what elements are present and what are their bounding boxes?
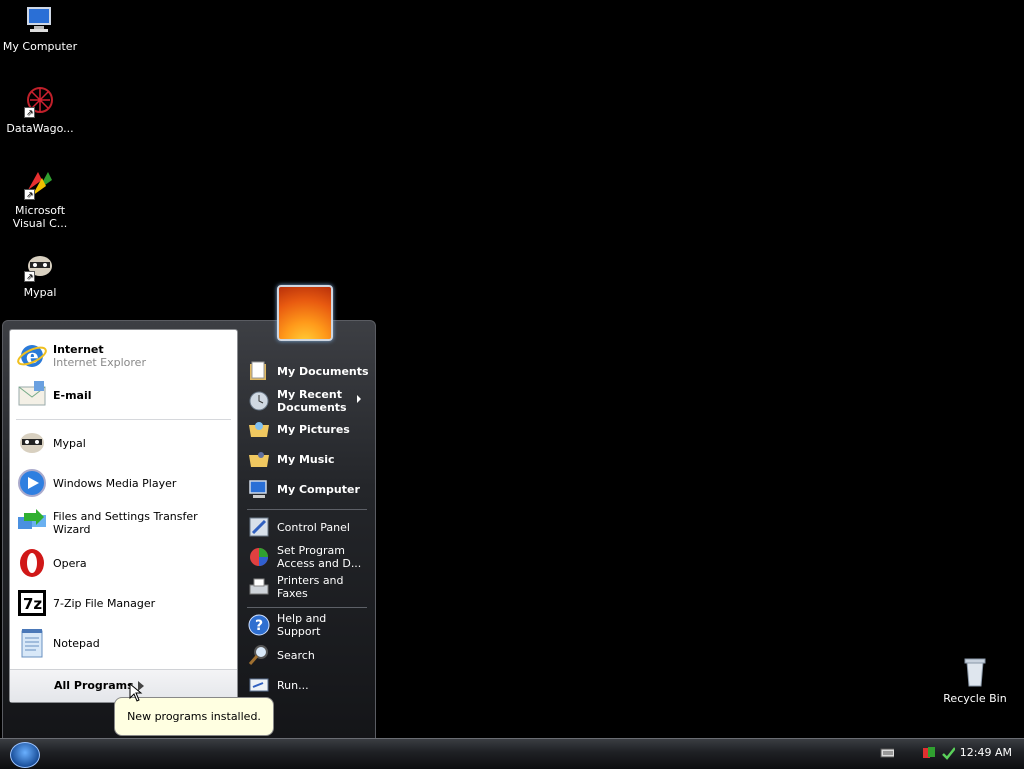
internet-explorer-icon: e <box>16 340 48 372</box>
desktop-icon-label: Recycle Bin <box>943 692 1007 705</box>
recent-program[interactable]: Mypal <box>16 425 234 461</box>
shortcut-arrow-icon: ↗ <box>24 189 35 200</box>
program-label: Windows Media Player <box>53 476 177 490</box>
program-label: Opera <box>53 556 87 570</box>
divider <box>247 607 367 608</box>
menu-my-recent-documents[interactable]: My Recent Documents <box>247 387 371 415</box>
user-account-picture[interactable] <box>277 285 333 341</box>
email-icon <box>16 379 48 411</box>
visual-c-icon: ↗ <box>24 168 56 200</box>
menu-my-pictures[interactable]: My Pictures <box>247 417 371 441</box>
help-icon: ? <box>247 613 271 637</box>
menu-set-program-access[interactable]: Set Program Access and D... <box>247 543 371 571</box>
pinned-email[interactable]: E-mail <box>16 377 234 413</box>
menu-label: Search <box>277 648 315 662</box>
menu-help-support[interactable]: ? Help and Support <box>247 611 371 639</box>
program-access-icon <box>247 545 271 569</box>
svg-text:7z: 7z <box>23 595 42 613</box>
printer-icon <box>247 575 271 599</box>
menu-label: Help and Support <box>277 612 327 638</box>
pinned-title: E-mail <box>53 388 92 402</box>
recent-program[interactable]: Opera <box>16 545 234 581</box>
notepad-icon <box>16 627 48 659</box>
desktop-icon-mypal[interactable]: ↗ Mypal <box>0 250 80 299</box>
menu-my-documents[interactable]: My Documents <box>247 357 371 385</box>
opera-icon <box>16 547 48 579</box>
computer-icon <box>247 477 271 501</box>
program-label: 7-Zip File Manager <box>53 596 156 610</box>
search-icon <box>247 643 271 667</box>
menu-my-music[interactable]: My Music <box>247 447 371 471</box>
recent-program[interactable]: 7z 7-Zip File Manager <box>16 585 234 621</box>
start-button[interactable] <box>10 742 40 768</box>
mypal-icon: ↗ <box>24 250 56 282</box>
mypal-icon <box>16 427 48 459</box>
computer-icon <box>24 4 56 36</box>
network-icon[interactable] <box>941 746 955 760</box>
desktop-icon-label: Microsoft Visual C... <box>12 204 68 230</box>
shortcut-arrow-icon: ↗ <box>24 271 35 282</box>
pinned-title: Internet <box>53 343 104 356</box>
taskbar-clock[interactable]: 12:49 AM <box>960 746 1012 759</box>
7zip-icon: 7z <box>16 587 48 619</box>
program-label: Notepad <box>53 636 100 650</box>
desktop-icon-label: DataWago... <box>6 122 74 135</box>
recent-documents-icon <box>247 389 271 413</box>
recent-program[interactable]: Notepad <box>16 625 234 661</box>
pictures-folder-icon <box>247 417 271 441</box>
pinned-subtitle: Internet Explorer <box>53 356 146 369</box>
menu-my-computer[interactable]: My Computer <box>247 477 371 501</box>
control-panel-icon <box>247 515 271 539</box>
program-label: Mypal <box>53 436 86 450</box>
recent-program[interactable]: Files and Settings Transfer Wizard <box>16 505 234 541</box>
taskbar <box>0 738 1024 769</box>
menu-label: Printers and Faxes <box>277 574 344 600</box>
desktop-icon-label: My Computer <box>2 40 78 53</box>
desktop-icon-recycle-bin[interactable]: Recycle Bin <box>935 656 1015 705</box>
mouse-cursor-icon <box>129 683 143 702</box>
menu-label: Control Panel <box>277 520 350 534</box>
tray-app-icon[interactable] <box>922 746 936 760</box>
start-menu-programs-pane: e Internet Internet Explorer E-mail Mypal… <box>9 329 238 703</box>
datawago-icon: ↗ <box>24 86 56 118</box>
desktop-icon-my-computer[interactable]: My Computer <box>0 4 80 53</box>
program-label: Files and Settings Transfer Wizard <box>53 510 198 536</box>
menu-label: My Computer <box>277 482 360 496</box>
desktop-icon-visual-c[interactable]: ↗ Microsoft Visual C... <box>0 168 80 230</box>
svg-text:?: ? <box>255 618 263 634</box>
divider <box>16 419 231 420</box>
shortcut-arrow-icon: ↗ <box>24 107 35 118</box>
menu-run[interactable]: Run... <box>247 673 371 697</box>
divider <box>247 509 367 510</box>
start-menu: e Internet Internet Explorer E-mail Mypal… <box>2 320 376 740</box>
menu-label: Run... <box>277 678 309 692</box>
balloon-text: New programs installed. <box>127 710 261 723</box>
recent-program[interactable]: Windows Media Player <box>16 465 234 501</box>
desktop-icon-datawago[interactable]: ↗ DataWago... <box>0 86 80 135</box>
menu-control-panel[interactable]: Control Panel <box>247 515 371 539</box>
menu-label: My Documents <box>277 364 369 378</box>
all-programs-label: All Programs <box>54 679 134 692</box>
menu-printers-faxes[interactable]: Printers and Faxes <box>247 573 371 601</box>
menu-label: My Music <box>277 452 335 466</box>
run-icon <box>247 673 271 697</box>
recycle-bin-icon <box>959 656 991 688</box>
menu-label: Set Program Access and D... <box>277 544 362 570</box>
menu-search[interactable]: Search <box>247 643 371 667</box>
keyboard-icon[interactable] <box>880 746 894 760</box>
transfer-wizard-icon <box>16 507 48 539</box>
menu-label: My Pictures <box>277 422 350 436</box>
pinned-internet[interactable]: e Internet Internet Explorer <box>16 338 234 374</box>
media-player-icon <box>16 467 48 499</box>
music-folder-icon <box>247 447 271 471</box>
desktop-icon-label: Mypal <box>23 286 57 299</box>
arrow-right-icon <box>357 395 361 403</box>
documents-folder-icon <box>247 359 271 383</box>
